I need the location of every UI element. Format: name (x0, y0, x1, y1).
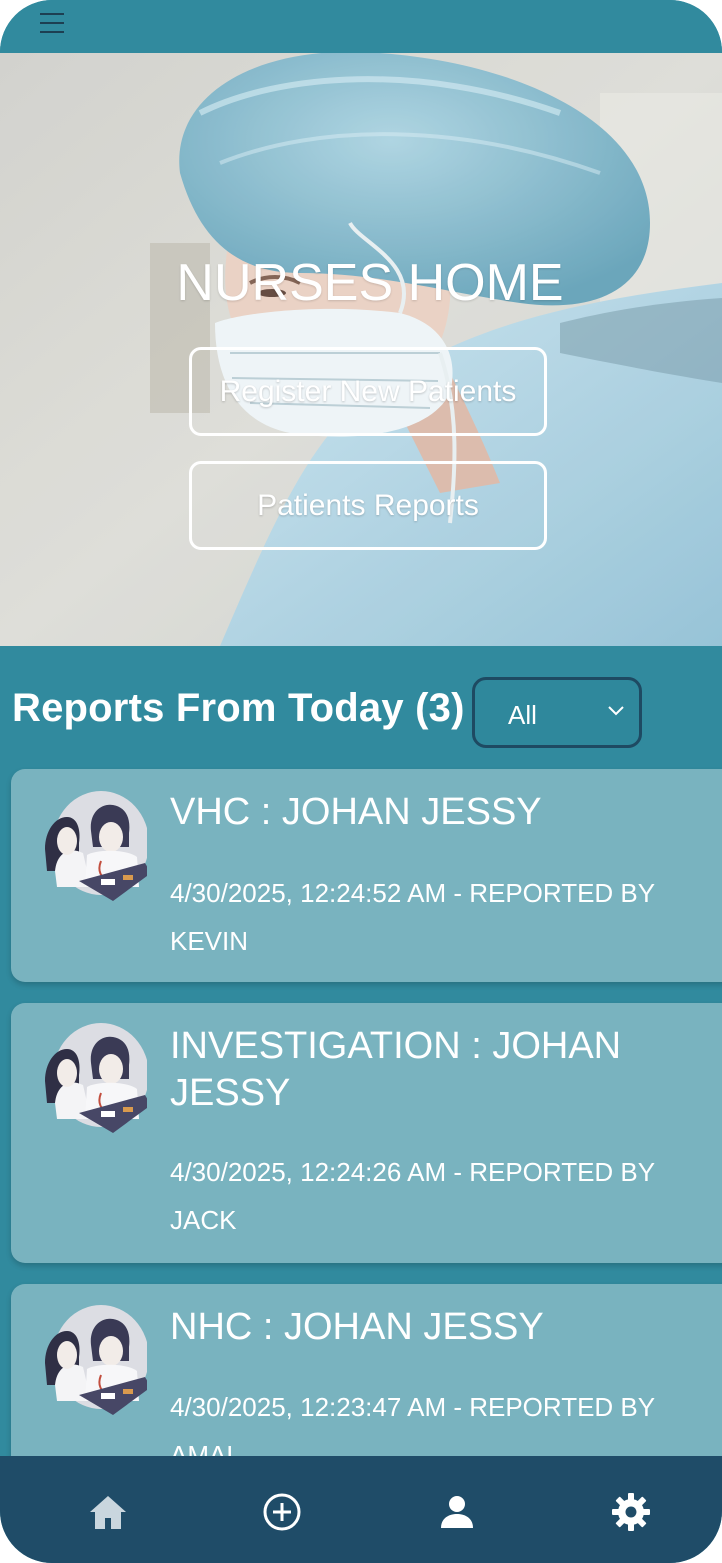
filter-selected-value: All (508, 700, 537, 730)
user-icon[interactable] (437, 1492, 477, 1532)
report-title: INVESTIGATION : JOHAN JESSY (170, 1025, 622, 1114)
report-card[interactable]: INVESTIGATION : JOHAN JESSY 4/30/2025, 1… (11, 1003, 722, 1263)
report-title: NHC : JOHAN JESSY (170, 1306, 544, 1348)
hero-banner: NURSES HOME Register New Patients Patien… (0, 53, 722, 646)
add-circle-icon[interactable] (262, 1492, 302, 1532)
report-meta: 4/30/2025, 12:24:26 AM - REPORTED BY JAC… (170, 1157, 655, 1235)
home-icon[interactable] (88, 1492, 128, 1532)
page-title: NURSES HOME (176, 254, 564, 312)
nurses-illustration-icon (45, 1023, 147, 1133)
chevron-down-icon (608, 706, 624, 716)
app-screen: NURSES HOME Register New Patients Patien… (0, 0, 722, 1563)
reports-heading: Reports From Today (3) (12, 686, 465, 730)
report-card[interactable]: VHC : JOHAN JESSY 4/30/2025, 12:24:52 AM… (11, 769, 722, 982)
report-title: VHC : JOHAN JESSY (170, 791, 542, 833)
register-new-patients-button[interactable]: Register New Patients (189, 347, 547, 436)
nurses-illustration-icon (45, 1305, 147, 1415)
gear-icon[interactable] (611, 1492, 651, 1532)
top-bar (0, 0, 722, 53)
bottom-navigation (0, 1456, 722, 1563)
report-meta: 4/30/2025, 12:24:52 AM - REPORTED BY KEV… (170, 878, 655, 956)
report-filter-select[interactable]: All (472, 677, 642, 748)
patients-reports-button[interactable]: Patients Reports (189, 461, 547, 550)
hamburger-menu-icon[interactable] (40, 12, 64, 34)
nurses-illustration-icon (45, 791, 147, 901)
